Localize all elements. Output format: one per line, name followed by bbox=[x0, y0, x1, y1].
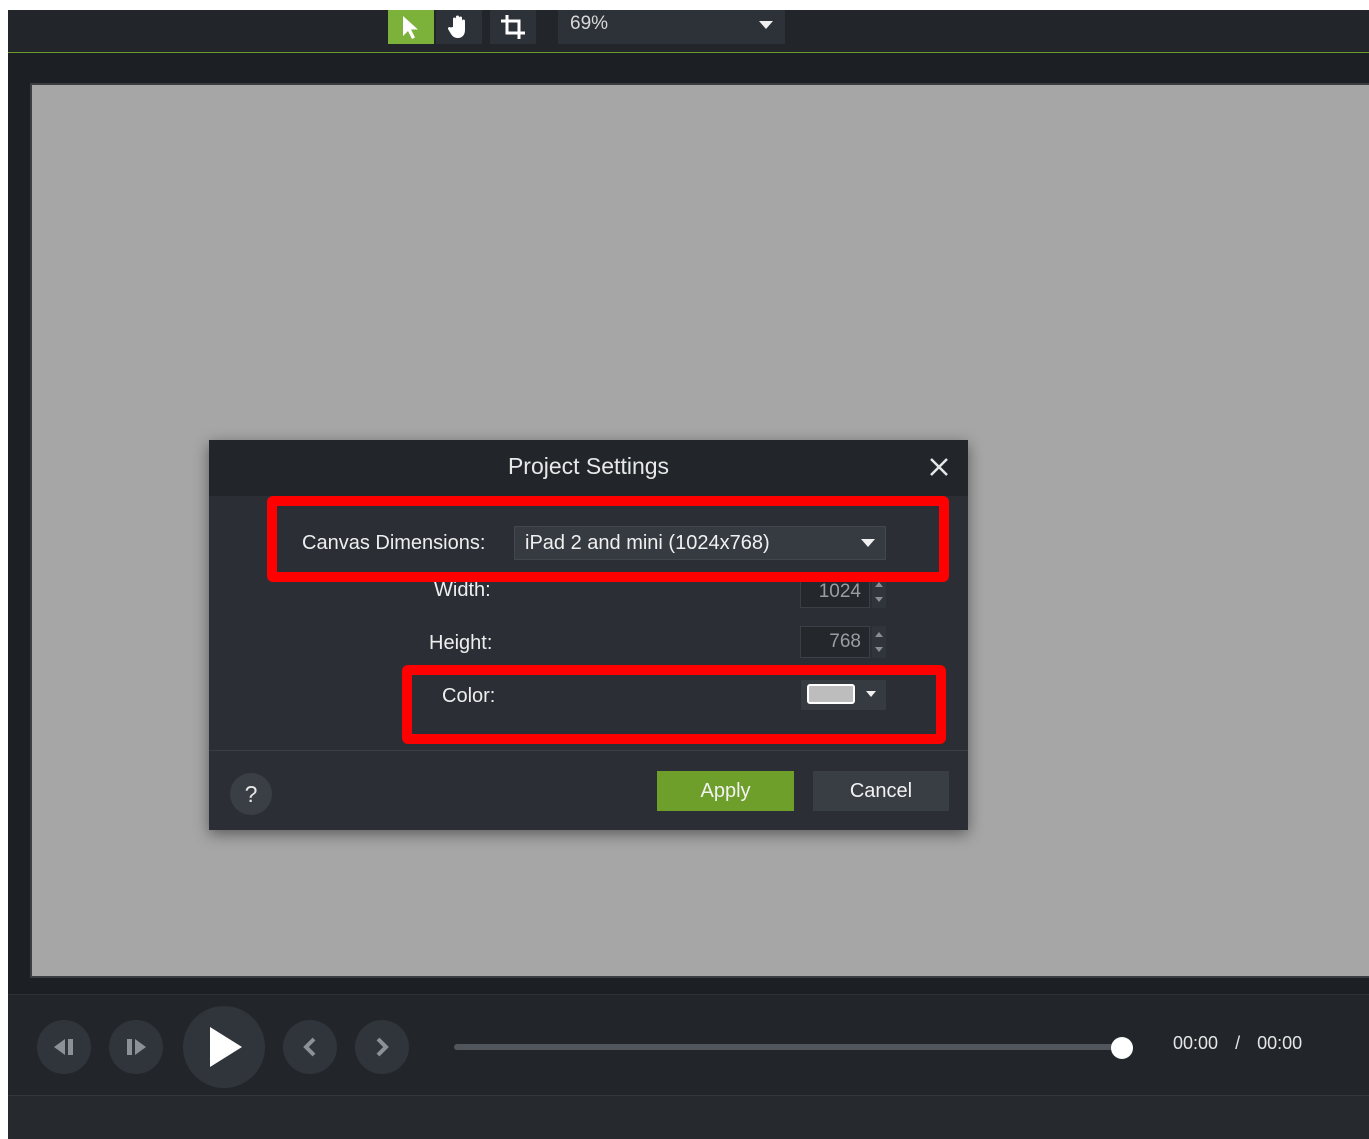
chevron-right-icon bbox=[376, 1037, 389, 1057]
highlight-canvas-dimensions bbox=[267, 496, 949, 582]
chevron-down-icon bbox=[759, 21, 773, 29]
playback-bar: 00:00 / 00:00 bbox=[8, 994, 1369, 1095]
canvas-toolbar: 69% bbox=[8, 10, 1369, 53]
step-forward-button[interactable] bbox=[109, 1020, 163, 1074]
crop-icon bbox=[501, 15, 525, 39]
previous-marker-button[interactable] bbox=[283, 1020, 337, 1074]
play-icon bbox=[210, 1027, 242, 1067]
zoom-dropdown[interactable]: 69% bbox=[558, 10, 785, 44]
step-back-icon bbox=[54, 1039, 73, 1055]
play-button[interactable] bbox=[183, 1006, 265, 1088]
close-icon bbox=[930, 458, 948, 476]
step-forward-icon bbox=[127, 1039, 146, 1055]
hand-tool-button[interactable] bbox=[436, 10, 482, 44]
hand-icon bbox=[447, 15, 465, 38]
cancel-button[interactable]: Cancel bbox=[813, 771, 949, 811]
zoom-value: 69% bbox=[570, 13, 609, 34]
select-tool-button[interactable] bbox=[388, 10, 434, 44]
dialog-divider bbox=[209, 750, 968, 751]
dialog-title: Project Settings bbox=[507, 453, 670, 479]
time-display: 00:00 / 00:00 bbox=[1173, 1033, 1302, 1054]
step-back-button[interactable] bbox=[37, 1020, 91, 1074]
arrow-cursor-icon bbox=[403, 16, 418, 39]
highlight-color bbox=[402, 665, 946, 744]
close-button[interactable] bbox=[926, 454, 952, 480]
height-label: Height: bbox=[429, 632, 493, 654]
apply-button[interactable]: Apply bbox=[657, 771, 794, 811]
time-separator: / bbox=[1235, 1033, 1241, 1053]
height-stepper[interactable] bbox=[872, 626, 886, 658]
timeline-scrubber[interactable] bbox=[454, 1044, 1124, 1050]
dialog-header: Project Settings bbox=[209, 440, 968, 496]
scrubber-handle[interactable] bbox=[1111, 1037, 1133, 1059]
total-time: 00:00 bbox=[1257, 1033, 1303, 1053]
width-label: Width: bbox=[434, 579, 491, 601]
crop-tool-button[interactable] bbox=[490, 10, 536, 44]
chevron-left-icon bbox=[303, 1037, 316, 1057]
help-button[interactable]: ? bbox=[230, 773, 272, 815]
height-field[interactable]: 768 bbox=[800, 626, 870, 658]
next-marker-button[interactable] bbox=[355, 1020, 409, 1074]
status-strip bbox=[8, 1095, 1369, 1139]
current-time: 00:00 bbox=[1173, 1033, 1219, 1053]
